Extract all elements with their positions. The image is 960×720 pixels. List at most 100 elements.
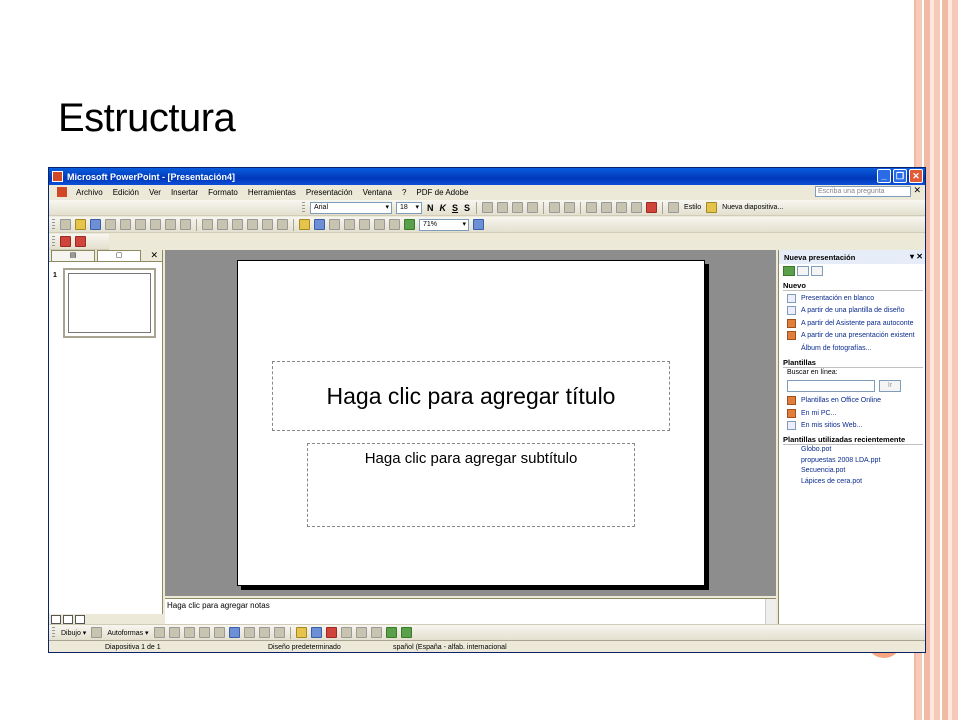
font-color-icon[interactable]: [646, 202, 658, 213]
new-slide-button[interactable]: Nueva diapositiva...: [722, 204, 783, 211]
menu-herramientas[interactable]: Herramientas: [243, 188, 301, 197]
close-button[interactable]: ✕: [909, 169, 923, 183]
paste-icon[interactable]: [232, 219, 243, 230]
draw-menu-button[interactable]: Dibujo ▾: [61, 629, 86, 637]
link-office-online[interactable]: Plantillas en Office Online: [779, 395, 925, 408]
ask-question-input[interactable]: Escriba una pregunta: [815, 186, 911, 197]
redo-icon[interactable]: [277, 219, 288, 230]
3d-style-icon[interactable]: [400, 627, 412, 638]
print-preview-icon[interactable]: [150, 219, 161, 230]
bold-button[interactable]: N: [427, 203, 434, 213]
slide-show-button[interactable]: [75, 614, 85, 624]
link-on-my-pc[interactable]: En mi PC...: [779, 407, 925, 420]
align-center-icon[interactable]: [497, 202, 509, 213]
back-icon[interactable]: [783, 266, 795, 276]
link-blank-presentation[interactable]: Presentación en blanco: [779, 292, 925, 305]
color-grayscale-icon[interactable]: [404, 219, 415, 230]
font-size-select[interactable]: 18: [396, 201, 422, 214]
convert-and-email-icon[interactable]: [75, 236, 86, 247]
help-icon[interactable]: [473, 219, 484, 230]
menu-formato[interactable]: Formato: [203, 188, 243, 197]
cut-icon[interactable]: [202, 219, 213, 230]
home-icon[interactable]: [811, 266, 823, 276]
justify-icon[interactable]: [527, 202, 539, 213]
notes-scrollbar[interactable]: [765, 599, 776, 625]
insert-table-icon[interactable]: [314, 219, 325, 230]
link-photo-album[interactable]: Álbum de fotografías...: [779, 342, 925, 355]
show-formatting-icon[interactable]: [374, 219, 385, 230]
new-slide-icon[interactable]: [706, 202, 718, 213]
underline-button[interactable]: S: [452, 203, 458, 213]
decrease-font-icon[interactable]: [601, 202, 613, 213]
design-icon[interactable]: [668, 202, 680, 213]
spelling-icon[interactable]: [165, 219, 176, 230]
normal-view-button[interactable]: [51, 614, 61, 624]
undo-icon[interactable]: [262, 219, 273, 230]
menu-archivo[interactable]: Archivo: [71, 188, 108, 197]
task-pane-close-icon[interactable]: ▾ ✕: [910, 252, 923, 261]
minimize-button[interactable]: _: [877, 169, 891, 183]
expand-all-icon[interactable]: [359, 219, 370, 230]
link-from-design-template[interactable]: A partir de una plantilla de diseño: [779, 305, 925, 318]
menu-insertar[interactable]: Insertar: [166, 188, 203, 197]
fill-color-icon[interactable]: [295, 627, 307, 638]
menu-ver[interactable]: Ver: [144, 188, 166, 197]
menu-help[interactable]: ?: [397, 188, 411, 197]
increase-indent-icon[interactable]: [631, 202, 643, 213]
tables-borders-icon[interactable]: [329, 219, 340, 230]
link-autocontent-wizard[interactable]: A partir del Asistente para autoconte: [779, 317, 925, 330]
research-icon[interactable]: [180, 219, 191, 230]
oval-icon[interactable]: [198, 627, 210, 638]
print-icon[interactable]: [135, 219, 146, 230]
arrow-style-icon[interactable]: [370, 627, 382, 638]
template-search-input[interactable]: [787, 379, 875, 392]
close-pane-icon[interactable]: ✕: [150, 250, 158, 261]
autoshapes-menu-button[interactable]: Autoformas ▾: [107, 629, 148, 637]
shadow-style-icon[interactable]: [385, 627, 397, 638]
slide-canvas[interactable]: Haga clic para agregar título Haga clic …: [237, 260, 705, 586]
title-placeholder[interactable]: Haga clic para agregar título: [272, 361, 670, 431]
design-button[interactable]: Estilo: [684, 204, 701, 211]
document-icon[interactable]: [57, 187, 67, 197]
template-search-button[interactable]: Ir: [879, 379, 901, 392]
new-document-icon[interactable]: [60, 219, 71, 230]
insert-hyperlink-icon[interactable]: [344, 219, 355, 230]
font-color-draw-icon[interactable]: [325, 627, 337, 638]
numbering-icon[interactable]: [549, 202, 561, 213]
menu-ventana[interactable]: Ventana: [358, 188, 397, 197]
menu-pdf-adobe[interactable]: PDF de Adobe: [411, 188, 473, 197]
notes-pane[interactable]: Haga clic para agregar notas: [165, 598, 776, 625]
link-my-web-sites[interactable]: En mis sitios Web...: [779, 420, 925, 433]
slide-sorter-view-button[interactable]: [63, 614, 73, 624]
restore-button[interactable]: ❐: [893, 169, 907, 183]
subtitle-placeholder[interactable]: Haga clic para agregar subtítulo: [307, 443, 635, 527]
recent-file[interactable]: Lápices de cera.pot: [779, 478, 925, 489]
tab-outline[interactable]: ▤: [51, 250, 95, 261]
arrow-icon[interactable]: [168, 627, 180, 638]
increase-font-icon[interactable]: [586, 202, 598, 213]
italic-button[interactable]: K: [440, 203, 447, 213]
menu-presentacion[interactable]: Presentación: [301, 188, 358, 197]
insert-chart-icon[interactable]: [299, 219, 310, 230]
tab-slides[interactable]: ▢: [97, 250, 141, 261]
show-grid-icon[interactable]: [389, 219, 400, 230]
line-icon[interactable]: [153, 627, 165, 638]
shadow-button[interactable]: S: [464, 203, 470, 213]
recent-file[interactable]: propuestas 2008 LDA.ppt: [779, 457, 925, 468]
decrease-indent-icon[interactable]: [616, 202, 628, 213]
toolbar-grip[interactable]: [302, 201, 305, 214]
copy-icon[interactable]: [217, 219, 228, 230]
zoom-select[interactable]: 71%: [419, 218, 469, 231]
font-name-select[interactable]: Arial: [310, 201, 392, 214]
align-left-icon[interactable]: [482, 202, 494, 213]
rectangle-icon[interactable]: [183, 627, 195, 638]
text-box-icon[interactable]: [213, 627, 225, 638]
clip-art-icon[interactable]: [258, 627, 270, 638]
format-painter-icon[interactable]: [247, 219, 258, 230]
bullets-icon[interactable]: [564, 202, 576, 213]
diagram-icon[interactable]: [243, 627, 255, 638]
link-existing-presentation[interactable]: A partir de una presentación existent: [779, 330, 925, 343]
dash-style-icon[interactable]: [355, 627, 367, 638]
line-color-icon[interactable]: [310, 627, 322, 638]
email-icon[interactable]: [120, 219, 131, 230]
